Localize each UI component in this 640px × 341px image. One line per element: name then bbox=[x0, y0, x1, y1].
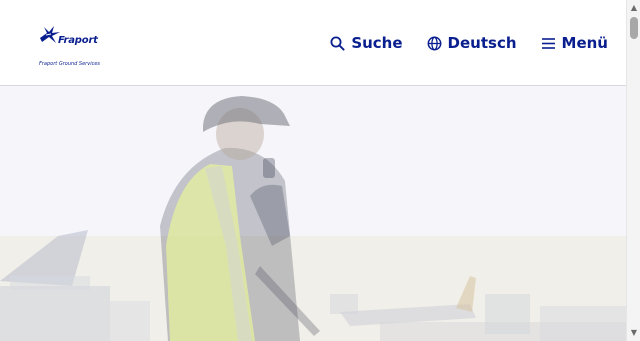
search-label: Suche bbox=[351, 34, 403, 52]
ground-equipment-left bbox=[0, 286, 110, 341]
radio-handset bbox=[263, 158, 275, 178]
main-nav: Suche Deutsch Menü bbox=[306, 33, 608, 53]
vertical-scrollbar[interactable]: ▲ ▼ bbox=[626, 0, 640, 341]
page: Fraport Fraport Ground Services Suche De… bbox=[0, 0, 626, 341]
site-header: Fraport Fraport Ground Services Suche De… bbox=[0, 0, 626, 86]
menu-label: Menü bbox=[561, 34, 608, 52]
scroll-up-arrow[interactable]: ▲ bbox=[627, 2, 640, 14]
menu-button[interactable]: Menü bbox=[541, 33, 608, 53]
search-icon bbox=[330, 36, 345, 51]
hamburger-icon bbox=[541, 37, 555, 49]
fraport-logo-link[interactable]: Fraport Fraport Ground Services bbox=[38, 24, 118, 72]
language-button[interactable]: Deutsch bbox=[427, 33, 517, 53]
scroll-thumb[interactable] bbox=[630, 17, 638, 39]
language-label: Deutsch bbox=[447, 34, 517, 52]
scroll-down-arrow[interactable]: ▼ bbox=[627, 327, 640, 339]
search-button[interactable]: Suche bbox=[330, 33, 403, 53]
globe-icon bbox=[427, 36, 441, 50]
hero-photo-illustration bbox=[0, 86, 626, 341]
logo-tagline: Fraport Ground Services bbox=[39, 61, 101, 67]
logo-brand-text: Fraport bbox=[58, 35, 98, 46]
hero-image bbox=[0, 86, 626, 341]
